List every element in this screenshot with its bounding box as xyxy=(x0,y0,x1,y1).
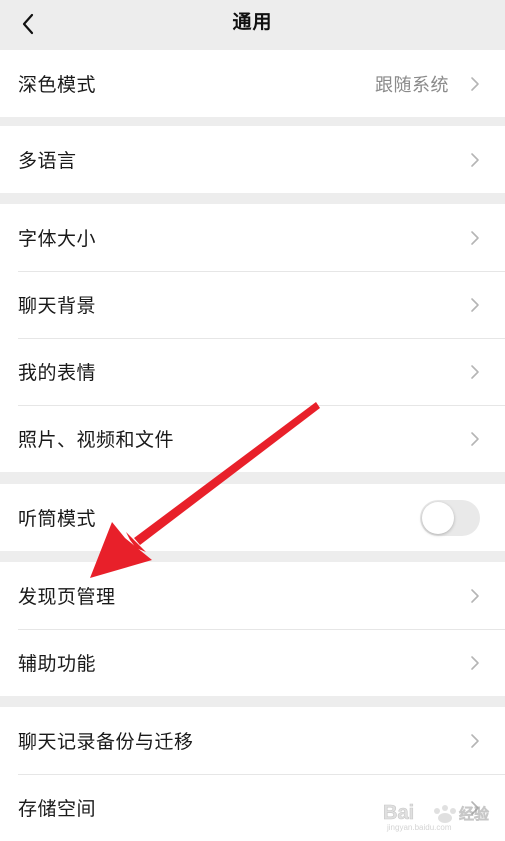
row-dark-mode[interactable]: 深色模式 跟随系统 xyxy=(0,50,505,117)
row-discover-management[interactable]: 发现页管理 xyxy=(0,562,505,629)
row-label: 字体大小 xyxy=(18,228,97,250)
row-accessibility[interactable]: 辅助功能 xyxy=(0,629,505,696)
earpiece-mode-toggle[interactable] xyxy=(420,499,480,536)
settings-group-features: 发现页管理 辅助功能 xyxy=(0,562,505,696)
row-chat-backup-migration[interactable]: 聊天记录备份与迁移 xyxy=(0,707,505,774)
settings-group-storage: 聊天记录备份与迁移 存储空间 xyxy=(0,707,505,841)
chevron-right-icon xyxy=(469,296,481,314)
chevron-right-icon xyxy=(469,654,481,672)
nav-bar: 通用 xyxy=(0,0,505,48)
row-label: 聊天背景 xyxy=(18,295,97,317)
row-value: 跟随系统 xyxy=(375,74,449,96)
row-label: 聊天记录备份与迁移 xyxy=(18,731,194,753)
page-title: 通用 xyxy=(232,11,273,33)
settings-group-chat: 字体大小 聊天背景 我的表情 照片、视频和文件 xyxy=(0,204,505,472)
row-label: 发现页管理 xyxy=(18,586,116,608)
row-label: 我的表情 xyxy=(18,362,97,384)
row-earpiece-mode: 听筒模式 xyxy=(0,484,505,551)
settings-group-earpiece: 听筒模式 xyxy=(0,484,505,551)
row-storage[interactable]: 存储空间 xyxy=(0,774,505,841)
toggle-knob xyxy=(422,501,454,534)
chevron-right-icon xyxy=(469,229,481,247)
row-language[interactable]: 多语言 xyxy=(0,126,505,193)
row-font-size[interactable]: 字体大小 xyxy=(0,204,505,271)
row-label: 听筒模式 xyxy=(18,508,97,530)
settings-group-language: 多语言 xyxy=(0,126,505,193)
row-label: 辅助功能 xyxy=(18,653,97,675)
row-photos-videos-files[interactable]: 照片、视频和文件 xyxy=(0,405,505,472)
chevron-right-icon xyxy=(469,430,481,448)
row-chat-background[interactable]: 聊天背景 xyxy=(0,271,505,338)
chevron-right-icon xyxy=(469,587,481,605)
row-label: 深色模式 xyxy=(18,74,97,96)
chevron-right-icon xyxy=(469,151,481,169)
chevron-right-icon xyxy=(469,75,481,93)
row-label: 多语言 xyxy=(18,150,77,172)
chevron-right-icon xyxy=(469,732,481,750)
chevron-right-icon xyxy=(469,363,481,381)
row-my-stickers[interactable]: 我的表情 xyxy=(0,338,505,405)
row-label: 照片、视频和文件 xyxy=(18,429,175,451)
settings-group-display-mode: 深色模式 跟随系统 xyxy=(0,50,505,117)
chevron-right-icon xyxy=(469,799,481,817)
row-label: 存储空间 xyxy=(18,798,97,820)
